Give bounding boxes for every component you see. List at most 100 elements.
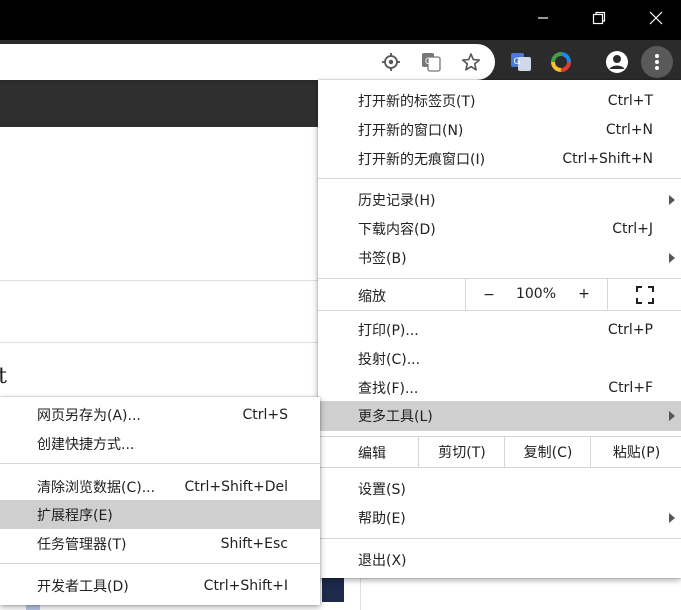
- menu-separator: [0, 563, 320, 564]
- menu-item-shortcut: Ctrl+S: [242, 406, 288, 423]
- menu-item-shortcut: Shift+Esc: [220, 535, 288, 552]
- menu-item-label: 书签(B): [358, 250, 407, 267]
- menu-item-label: 历史记录(H): [358, 192, 436, 209]
- page-divider: [0, 280, 320, 281]
- menu-item-label: 打开新的无痕窗口(I): [358, 151, 486, 168]
- menu-item-new-window[interactable]: 打开新的窗口(N) Ctrl+N: [318, 115, 681, 144]
- menu-item-label: 查找(F)...: [358, 380, 419, 397]
- menu-item-shortcut: Ctrl+N: [605, 121, 653, 138]
- page-divider: [0, 342, 320, 343]
- menu-item-label: 帮助(E): [358, 510, 406, 527]
- submenu-item-extensions[interactable]: 扩展程序(E): [0, 500, 320, 529]
- menu-item-exit[interactable]: 退出(X): [318, 545, 681, 574]
- menu-item-label: 任务管理器(T): [37, 536, 127, 553]
- minimize-icon: [538, 17, 548, 19]
- zoom-label: 缩放: [358, 289, 386, 305]
- color-extension-icon[interactable]: [550, 51, 572, 73]
- minimize-button[interactable]: [520, 0, 566, 36]
- chevron-right-icon: [669, 194, 675, 205]
- edit-label: 编辑: [358, 446, 386, 462]
- copy-button[interactable]: 复制(C): [504, 437, 591, 467]
- menu-item-downloads[interactable]: 下载内容(D) Ctrl+J: [318, 214, 681, 243]
- menu-item-new-tab[interactable]: 打开新的标签页(T) Ctrl+T: [318, 86, 681, 115]
- zoom-value: 100%: [515, 286, 557, 302]
- translate-icon[interactable]: G: [420, 51, 442, 73]
- menu-item-label: 清除浏览数据(C)...: [37, 479, 156, 496]
- svg-text:G: G: [425, 56, 432, 66]
- plus-icon: +: [578, 286, 590, 302]
- restore-icon: [592, 11, 606, 25]
- menu-item-find[interactable]: 查找(F)... Ctrl+F: [318, 373, 681, 402]
- menu-item-label: 退出(X): [358, 552, 407, 569]
- menu-item-shortcut: Ctrl+Shift+Del: [184, 478, 288, 495]
- menu-separator: [0, 463, 320, 464]
- menu-item-label: 下载内容(D): [358, 221, 436, 238]
- menu-item-label: 更多工具(L): [358, 409, 433, 425]
- paste-button[interactable]: 粘贴(P): [590, 437, 681, 467]
- menu-item-label: 打印(P)...: [358, 322, 419, 339]
- submenu-item-create-shortcut[interactable]: 创建快捷方式...: [0, 429, 320, 458]
- chevron-right-icon: [669, 512, 675, 523]
- page-thumbnail: [322, 578, 344, 602]
- title-bar: [0, 0, 681, 40]
- location-icon[interactable]: [380, 51, 402, 73]
- menu-item-label: 开发者工具(D): [37, 578, 129, 595]
- cut-button[interactable]: 剪切(T): [418, 437, 505, 467]
- bookmark-star-icon[interactable]: [460, 51, 482, 73]
- page-divider: [360, 578, 361, 610]
- fullscreen-button[interactable]: [607, 279, 681, 310]
- minus-icon: −: [483, 286, 495, 303]
- menu-item-print[interactable]: 打印(P)... Ctrl+P: [318, 315, 681, 344]
- customize-menu-button[interactable]: [641, 46, 673, 78]
- menu-item-label: 创建快捷方式...: [37, 436, 135, 453]
- menu-item-shortcut: Ctrl+J: [612, 220, 653, 237]
- submenu-item-dev-tools[interactable]: 开发者工具(D) Ctrl+Shift+I: [0, 571, 320, 600]
- cut-label: 剪切(T): [438, 445, 486, 461]
- paste-label: 粘贴(P): [612, 445, 661, 461]
- menu-item-label: 设置(S): [358, 481, 406, 498]
- menu-item-bookmarks[interactable]: 书签(B): [318, 243, 681, 272]
- menu-item-settings[interactable]: 设置(S): [318, 474, 681, 503]
- fullscreen-icon: [636, 285, 654, 304]
- zoom-row: 缩放 − 100% +: [318, 279, 681, 310]
- menu-item-more-tools[interactable]: 更多工具(L): [318, 401, 681, 431]
- zoom-out-button[interactable]: −: [465, 279, 512, 310]
- more-vert-icon: [655, 54, 659, 70]
- menu-item-shortcut: Ctrl+Shift+I: [203, 577, 288, 594]
- more-tools-submenu: 网页另存为(A)... Ctrl+S 创建快捷方式... 清除浏览数据(C)..…: [0, 397, 320, 605]
- menu-separator: [318, 538, 681, 539]
- submenu-item-save-page[interactable]: 网页另存为(A)... Ctrl+S: [0, 400, 320, 429]
- submenu-item-clear-data[interactable]: 清除浏览数据(C)... Ctrl+Shift+Del: [0, 472, 320, 501]
- menu-separator: [318, 310, 681, 311]
- edit-row: 编辑 剪切(T) 复制(C) 粘贴(P): [318, 437, 681, 467]
- chevron-right-icon: [669, 252, 675, 263]
- menu-item-incognito[interactable]: 打开新的无痕窗口(I) Ctrl+Shift+N: [318, 144, 681, 173]
- menu-item-shortcut: Ctrl+F: [608, 379, 653, 396]
- page-header-bar: [0, 84, 320, 127]
- translate-extension-icon[interactable]: G: [510, 51, 532, 73]
- menu-item-shortcut: Ctrl+P: [607, 321, 653, 338]
- restore-button[interactable]: [576, 0, 622, 36]
- menu-item-label: 扩展程序(E): [37, 507, 113, 524]
- menu-item-label: 打开新的标签页(T): [358, 93, 476, 110]
- close-icon: [649, 11, 663, 25]
- menu-item-label: 网页另存为(A)...: [37, 407, 141, 424]
- menu-item-shortcut: Ctrl+T: [607, 92, 653, 109]
- zoom-in-button[interactable]: +: [561, 286, 607, 302]
- menu-item-shortcut: Ctrl+Shift+N: [562, 150, 653, 167]
- page-partial-text: t: [0, 364, 7, 389]
- menu-item-help[interactable]: 帮助(E): [318, 503, 681, 532]
- submenu-item-task-manager[interactable]: 任务管理器(T) Shift+Esc: [0, 529, 320, 558]
- menu-item-label: 打开新的窗口(N): [358, 122, 464, 139]
- chrome-main-menu: 打开新的标签页(T) Ctrl+T 打开新的窗口(N) Ctrl+N 打开新的无…: [318, 80, 681, 578]
- svg-text:G: G: [514, 56, 521, 66]
- profile-avatar-icon[interactable]: [605, 50, 629, 74]
- menu-separator: [318, 178, 681, 179]
- menu-item-label: 投射(C)...: [358, 351, 421, 368]
- menu-separator: [318, 467, 681, 468]
- menu-item-history[interactable]: 历史记录(H): [318, 185, 681, 214]
- chevron-right-icon: [669, 411, 675, 421]
- close-button[interactable]: [633, 0, 679, 36]
- menu-item-cast[interactable]: 投射(C)...: [318, 344, 681, 373]
- copy-label: 复制(C): [523, 445, 573, 461]
